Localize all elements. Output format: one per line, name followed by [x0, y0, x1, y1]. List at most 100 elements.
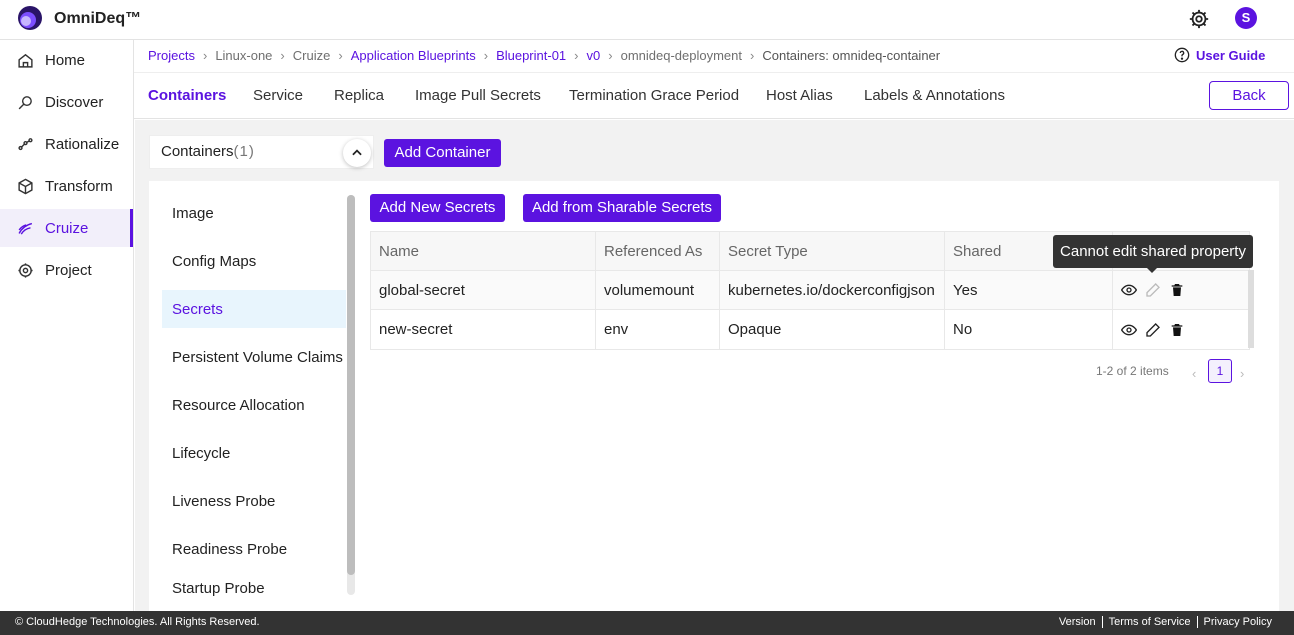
pagination-prev-icon[interactable]: ‹	[1192, 366, 1196, 381]
footer-links: Version Terms of Service Privacy Policy	[1053, 616, 1278, 628]
breadcrumb-version[interactable]: v0	[587, 48, 601, 63]
sidebar-item-label: Transform	[45, 177, 113, 195]
edit-icon[interactable]	[1145, 322, 1161, 338]
footer-copyright: © CloudHedge Technologies. All Rights Re…	[15, 616, 260, 628]
view-icon[interactable]	[1121, 282, 1137, 298]
breadcrumb-cruize: Cruize	[292, 48, 331, 63]
breadcrumb-application-blueprints[interactable]: Application Blueprints	[351, 48, 476, 63]
breadcrumb-projects[interactable]: Projects	[148, 48, 195, 63]
menu-item-readiness-probe[interactable]: Readiness Probe	[162, 530, 346, 568]
menu-scrollbar-thumb[interactable]	[347, 195, 355, 575]
menu-item-liveness-probe[interactable]: Liveness Probe	[162, 482, 346, 520]
chevron-up-icon	[352, 149, 362, 156]
delete-icon[interactable]	[1169, 282, 1185, 298]
table-row[interactable]: global-secret volumemount kubernetes.io/…	[371, 271, 1249, 310]
user-guide-link[interactable]: User Guide	[1174, 47, 1265, 63]
footer-link-version[interactable]: Version	[1053, 616, 1102, 628]
tab-containers[interactable]: Containers	[148, 87, 226, 104]
menu-item-startup-probe[interactable]: Startup Probe	[162, 580, 346, 600]
menu-item-config-maps[interactable]: Config Maps	[162, 242, 346, 280]
menu-item-resource-allocation[interactable]: Resource Allocation	[162, 386, 346, 424]
breadcrumb: Projects › Linux-one › Cruize › Applicat…	[148, 48, 940, 63]
collapse-button[interactable]	[343, 139, 371, 167]
footer-link-privacy[interactable]: Privacy Policy	[1196, 616, 1278, 628]
delete-icon[interactable]	[1169, 322, 1185, 338]
sidebar-item-label: Discover	[45, 93, 104, 111]
breadcrumb-separator-icon: ›	[608, 48, 613, 63]
edit-icon-disabled	[1146, 283, 1160, 297]
footer-link-terms[interactable]: Terms of Service	[1101, 616, 1197, 628]
breadcrumb-current: Containers: omnideq-container	[762, 48, 941, 63]
menu-item-lifecycle[interactable]: Lifecycle	[162, 434, 346, 472]
tab-service[interactable]: Service	[253, 87, 303, 104]
containers-count: (1)	[233, 143, 255, 160]
column-header-secret-type: Secret Type	[720, 232, 945, 270]
gear-icon[interactable]	[1188, 8, 1210, 30]
breadcrumb-separator-icon: ›	[750, 48, 755, 63]
add-container-button[interactable]: Add Container	[384, 139, 501, 167]
cell-secret-type: Opaque	[720, 310, 945, 349]
breadcrumb-deployment: omnideq-deployment	[620, 48, 742, 63]
column-header-referenced-as: Referenced As	[596, 232, 720, 270]
sidebar-item-home[interactable]: Home	[0, 41, 133, 79]
containers-label: Containers	[161, 143, 234, 160]
top-bar: OmniDeq™ S	[0, 0, 1294, 40]
tooltip-arrow	[1147, 268, 1157, 273]
avatar[interactable]: S	[1235, 7, 1257, 29]
sidebar: Home Discover Rationalize Transform Crui…	[0, 40, 134, 611]
table-row[interactable]: new-secret env Opaque No	[371, 310, 1249, 349]
omnideq-logo-icon[interactable]	[17, 5, 43, 31]
menu-item-clip: Startup Probe	[162, 580, 346, 600]
breadcrumb-separator-icon: ›	[574, 48, 579, 63]
transform-icon	[18, 178, 33, 194]
sidebar-item-cruize[interactable]: Cruize	[0, 209, 133, 247]
cell-name: new-secret	[371, 310, 596, 349]
cell-name: global-secret	[371, 271, 596, 309]
sidebar-item-label: Home	[45, 51, 86, 69]
containers-selector[interactable]: Containers(1)	[149, 135, 374, 169]
sidebar-item-label: Cruize	[45, 219, 89, 237]
tooltip: Cannot edit shared property	[1053, 235, 1253, 268]
tab-host-alias[interactable]: Host Alias	[766, 87, 833, 104]
footer: © CloudHedge Technologies. All Rights Re…	[0, 611, 1294, 635]
sidebar-item-transform[interactable]: Transform	[0, 167, 133, 205]
sidebar-item-project[interactable]: Project	[0, 251, 133, 289]
breadcrumb-blueprint[interactable]: Blueprint-01	[496, 48, 566, 63]
app-title: OmniDeq™	[54, 10, 142, 27]
cell-referenced-as: volumemount	[596, 271, 720, 309]
project-icon	[18, 262, 33, 278]
breadcrumb-separator-icon: ›	[202, 48, 208, 63]
cell-shared: Yes	[945, 271, 1113, 309]
pagination-info: 1-2 of 2 items	[1096, 364, 1169, 378]
sidebar-item-label: Project	[45, 261, 92, 279]
cell-actions	[1113, 271, 1249, 309]
user-guide-label: User Guide	[1196, 47, 1266, 63]
help-icon	[1174, 47, 1190, 63]
sidebar-item-discover[interactable]: Discover	[0, 83, 133, 121]
sidebar-item-label: Rationalize	[45, 135, 120, 153]
tab-replica[interactable]: Replica	[334, 87, 384, 104]
add-new-secrets-button[interactable]: Add New Secrets	[370, 194, 505, 222]
column-header-name: Name	[371, 232, 596, 270]
back-button[interactable]: Back	[1209, 81, 1289, 110]
discover-icon	[18, 95, 32, 109]
view-icon[interactable]	[1121, 322, 1137, 338]
tab-labels-annotations[interactable]: Labels & Annotations	[864, 87, 1005, 104]
menu-item-secrets[interactable]: Secrets	[162, 290, 346, 328]
menu-item-image[interactable]: Image	[162, 194, 346, 232]
pagination-next-icon[interactable]: ›	[1240, 366, 1244, 381]
cell-actions	[1113, 310, 1249, 349]
pagination-page[interactable]: 1	[1208, 359, 1232, 383]
sidebar-item-rationalize[interactable]: Rationalize	[0, 125, 133, 163]
breadcrumb-separator-icon: ›	[338, 48, 343, 63]
tab-image-pull-secrets[interactable]: Image Pull Secrets	[415, 87, 541, 104]
rationalize-icon	[18, 137, 33, 150]
table-scrollbar[interactable]	[1248, 270, 1254, 348]
breadcrumb-separator-icon: ›	[483, 48, 489, 63]
tab-termination-grace-period[interactable]: Termination Grace Period	[569, 87, 739, 104]
menu-item-persistent-volume-claims[interactable]: Persistent Volume Claims	[162, 338, 346, 376]
add-sharable-secrets-button[interactable]: Add from Sharable Secrets	[523, 194, 721, 222]
breadcrumb-linux-one: Linux-one	[215, 48, 273, 63]
tab-bar: Containers Service Replica Image Pull Se…	[134, 72, 1294, 119]
cell-secret-type: kubernetes.io/dockerconfigjson	[720, 271, 945, 309]
